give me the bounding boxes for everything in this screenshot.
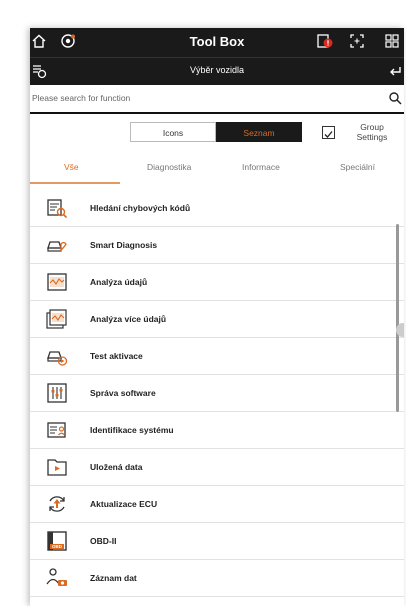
return-icon[interactable] [388,65,402,79]
search-icon[interactable] [388,91,402,105]
function-item-obd-ii[interactable]: OBD OBD-II [30,523,404,560]
group-settings-checkbox[interactable] [322,126,335,139]
tab-specialni[interactable]: Speciální [340,162,375,172]
vehicle-selection-title: Výběr vozidla [189,65,245,75]
app-grid-icon[interactable] [385,34,399,48]
obd-icon: OBD [47,531,67,551]
function-label: Správa software [90,388,156,398]
multi-data-analysis-icon [46,309,67,329]
tool-box-window: Tool Box Výběr vozidla Please search for… [30,28,404,606]
tab-vse[interactable]: Vše [64,162,79,172]
list-scrollbar[interactable] [396,224,399,412]
function-label: Aktualizace ECU [90,499,158,509]
check-icon [324,131,333,138]
data-record-icon [46,568,67,586]
function-item-dtc-search[interactable]: Hledání chybových kódů [30,190,404,227]
function-label: OBD-II [90,536,117,546]
function-label: Záznam dat [90,573,137,583]
group-settings[interactable]: Group Settings [320,122,404,148]
function-item-system-identification[interactable]: Identifikace systému [30,412,404,449]
tab-diagnostika[interactable]: Diagnostika [147,162,191,172]
activation-test-icon [47,351,68,366]
notification-icon[interactable] [316,32,334,50]
function-label: Smart Diagnosis [90,240,158,250]
function-item-data-analysis[interactable]: Analýza údajů [30,264,404,301]
saved-data-icon [47,459,67,476]
smart-diagnosis-icon [47,241,67,252]
icons-view-button[interactable]: Icons [130,122,216,142]
side-drawer-handle[interactable] [396,323,404,337]
system-identification-icon [47,422,66,438]
function-item-data-record[interactable]: Záznam dat [30,560,404,597]
software-management-icon [47,383,67,403]
list-view-button[interactable]: Seznam [216,122,302,142]
function-item-smart-diagnosis[interactable]: Smart Diagnosis [30,227,404,264]
function-label: Test aktivace [90,351,143,361]
vehicle-selection-bar: Výběr vozidla [30,57,404,85]
screenshot-icon[interactable] [350,34,364,48]
function-label: Hledání chybových kódů [90,203,191,213]
search-bar [30,86,404,114]
dtc-search-icon [47,199,68,219]
function-item-activation-test[interactable]: Test aktivace [30,338,404,375]
function-label: Identifikace systému [90,425,174,435]
active-tab-indicator [30,182,120,184]
function-item-saved-data[interactable]: Uložená data [30,449,404,486]
data-analysis-icon [47,273,67,291]
category-tabs: Vše Diagnostika Informace Speciální [30,158,404,184]
top-bar: Tool Box [30,28,404,57]
search-input[interactable] [30,90,372,106]
function-label: Analýza více údajů [90,314,167,324]
function-item-multi-data-analysis[interactable]: Analýza více údajů [30,301,404,338]
function-list: Hledání chybových kódů Smart Diagnosis A… [30,190,404,606]
page-title: Tool Box [189,34,245,49]
tab-informace[interactable]: Informace [242,162,280,172]
group-settings-label: Group Settings [356,122,388,142]
function-item-software-management[interactable]: Správa software [30,375,404,412]
function-item-ecu-update[interactable]: Aktualizace ECU [30,486,404,523]
function-label: Analýza údajů [90,277,148,287]
function-label: Uložená data [90,462,143,472]
obd-icon-text: OBD [52,544,63,549]
ecu-update-icon [49,496,65,512]
